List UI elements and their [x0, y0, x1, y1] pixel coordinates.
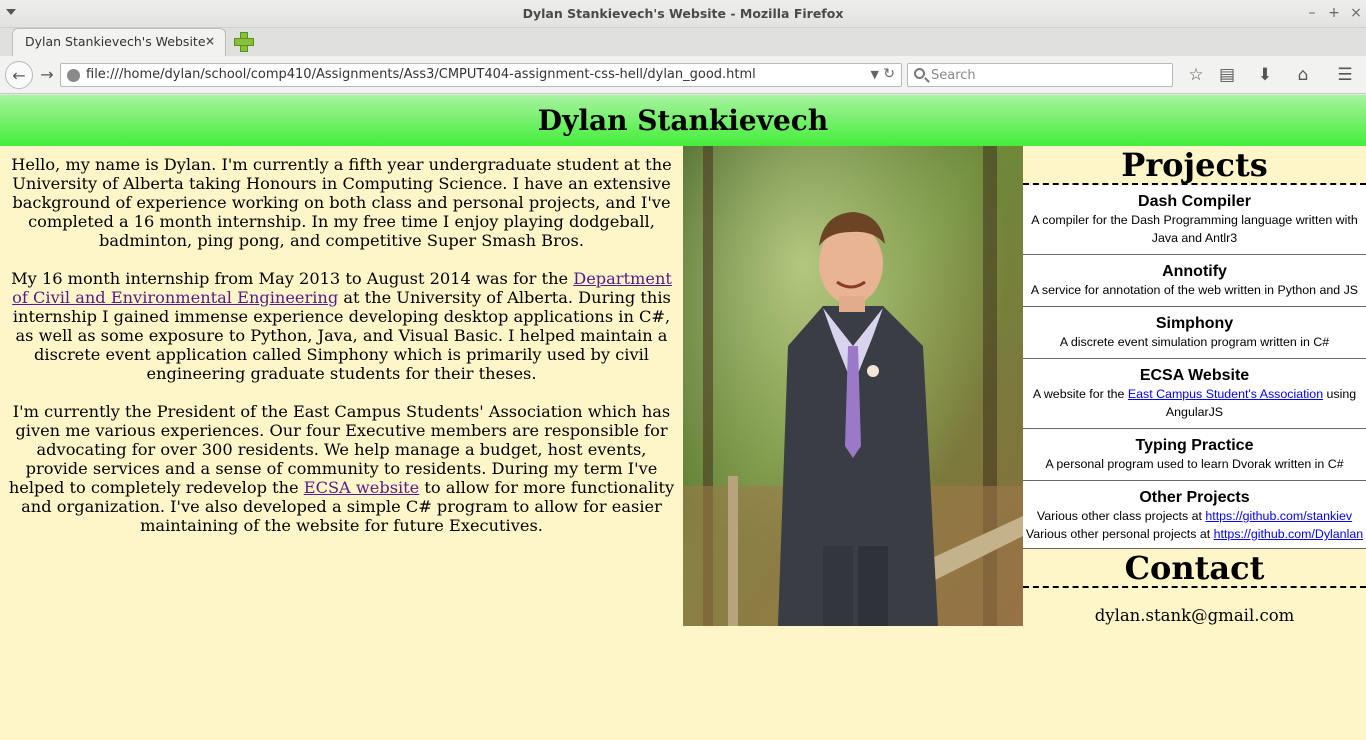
project-item: Annotify A service for annotation of the… — [1023, 255, 1366, 307]
bookmark-star-icon[interactable]: ☆ — [1186, 65, 1206, 85]
project-description: A compiler for the Dash Programming lang… — [1031, 213, 1358, 245]
bio-text: My 16 month internship from May 2013 to … — [11, 269, 574, 288]
project-description: A service for annotation of the web writ… — [1030, 283, 1359, 297]
project-description: A personal program used to learn Dvorak … — [1045, 457, 1344, 471]
profile-photo — [683, 146, 1023, 626]
back-button[interactable]: ← — [5, 61, 33, 89]
search-icon — [914, 68, 925, 79]
new-tab-plus-icon[interactable] — [234, 32, 254, 52]
project-description: Various other class projects at https://… — [1025, 507, 1364, 525]
project-title: Dash Compiler — [1138, 193, 1251, 210]
page-viewport: Dylan Stankievech Hello, my name is Dyla… — [0, 95, 1366, 740]
maximize-button[interactable]: + — [1325, 4, 1343, 22]
url-text[interactable]: file:///home/dylan/school/comp410/Assign… — [86, 67, 756, 82]
project-title: ECSA Website — [1139, 367, 1250, 384]
ecsa-website-link[interactable]: ECSA website — [304, 478, 420, 497]
project-item: Simphony A discrete event simulation pro… — [1023, 307, 1366, 359]
project-title: Annotify — [1162, 263, 1227, 280]
project-item: Typing Practice A personal program used … — [1023, 429, 1366, 481]
reload-icon[interactable]: ↻ — [883, 66, 895, 82]
navigation-toolbar: ← → file:///home/dylan/school/comp410/As… — [0, 56, 1366, 94]
tab-label: Dylan Stankievech's Website — [25, 34, 206, 49]
tab-active[interactable]: Dylan Stankievech's Website × — [12, 28, 226, 56]
project-description-text: A website for the — [1032, 387, 1128, 401]
project-item: Dash Compiler A compiler for the Dash Pr… — [1023, 185, 1366, 255]
search-bar[interactable] — [907, 63, 1173, 87]
bio-paragraph-2: My 16 month internship from May 2013 to … — [8, 269, 675, 383]
project-title: Typing Practice — [1135, 437, 1254, 454]
close-window-button[interactable]: × — [1347, 4, 1365, 22]
hamburger-menu-icon[interactable]: ☰ — [1335, 65, 1355, 85]
project-item: ECSA Website A website for the East Camp… — [1023, 359, 1366, 429]
project-description: A discrete event simulation program writ… — [1059, 335, 1330, 349]
download-arrow-icon[interactable]: ⬇ — [1255, 65, 1275, 85]
page-header: Dylan Stankievech — [0, 95, 1366, 146]
github-dylanlan-link[interactable]: https://github.com/Dylanlan — [1214, 527, 1363, 541]
project-description: Various other personal projects at https… — [1025, 525, 1364, 543]
tab-close-icon[interactable]: × — [205, 34, 215, 48]
window-title: Dylan Stankievech's Website - Mozilla Fi… — [522, 6, 844, 21]
sidebar: Projects Dash Compiler A compiler for th… — [1023, 146, 1366, 625]
home-icon[interactable]: ⌂ — [1293, 65, 1313, 85]
projects-heading: Projects — [1023, 146, 1366, 185]
window-titlebar: Dylan Stankievech's Website - Mozilla Fi… — [0, 0, 1366, 28]
project-title: Other Projects — [1139, 489, 1250, 506]
search-input[interactable] — [931, 66, 1161, 84]
forward-button[interactable]: → — [34, 61, 60, 89]
project-title: Simphony — [1155, 315, 1234, 332]
project-description-text: Various other class projects at — [1036, 509, 1206, 523]
contact-heading: Contact — [1023, 549, 1366, 588]
arrow-left-icon: ← — [12, 66, 26, 85]
reading-list-icon[interactable]: ▤ — [1217, 65, 1237, 85]
project-item: Other Projects Various other class proje… — [1023, 481, 1366, 549]
github-stankiev-link[interactable]: https://github.com/stankiev — [1205, 509, 1352, 523]
page-title: Dylan Stankievech — [537, 104, 829, 137]
tab-strip: Dylan Stankievech's Website × — [0, 28, 1366, 56]
chevron-down-icon[interactable]: ▼ — [871, 68, 879, 81]
contact-email: dylan.stank@gmail.com — [1094, 606, 1295, 625]
bio-section: Hello, my name is Dylan. I'm currently a… — [8, 155, 675, 554]
ecsa-link[interactable]: East Campus Student's Association — [1128, 387, 1323, 401]
minimize-button[interactable]: – — [1303, 4, 1321, 22]
globe-icon — [67, 69, 80, 82]
url-bar[interactable]: file:///home/dylan/school/comp410/Assign… — [60, 63, 902, 87]
project-description-text: Various other personal projects at — [1025, 527, 1214, 541]
bio-paragraph-3: I'm currently the President of the East … — [8, 402, 675, 535]
arrow-right-icon: → — [40, 65, 54, 84]
bio-paragraph-1: Hello, my name is Dylan. I'm currently a… — [11, 155, 672, 250]
project-description: A website for the East Campus Student's … — [1025, 385, 1364, 421]
